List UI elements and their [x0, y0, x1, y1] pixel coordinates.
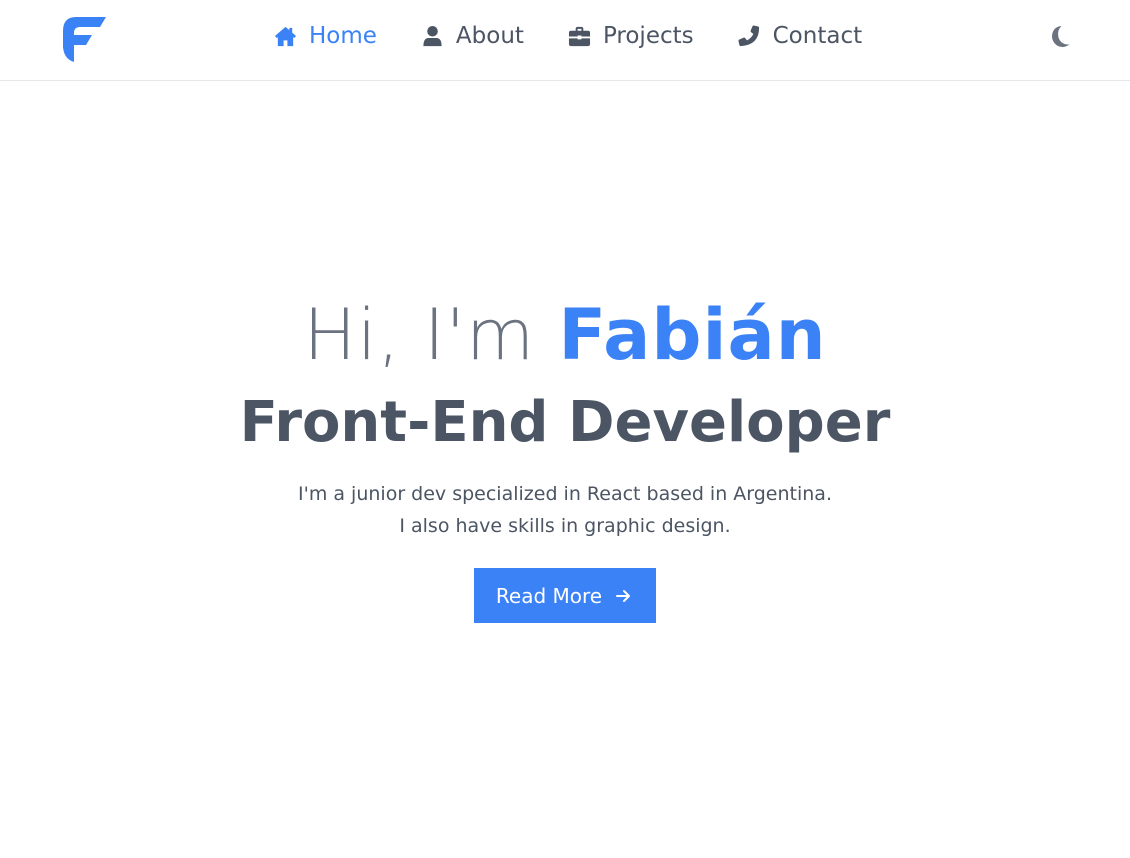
f-logo-icon[interactable] — [62, 15, 106, 64]
greeting-prefix: Hi, I'm — [303, 294, 536, 376]
nav-item-label: Contact — [772, 23, 863, 49]
nav-item-projects[interactable]: Projects — [568, 23, 694, 49]
hero-greeting: Hi, I'm Fabián — [0, 290, 1130, 380]
user-icon — [421, 25, 444, 48]
nav-item-about[interactable]: About — [421, 23, 524, 49]
hero-section: Hi, I'm Fabián Front-End Developer I'm a… — [0, 290, 1130, 623]
hero-description: I'm a junior dev specialized in React ba… — [0, 478, 1130, 542]
main-nav: Home About Projects Contact — [274, 19, 862, 53]
moon-icon — [1048, 25, 1072, 49]
phone-icon — [738, 24, 761, 48]
cta-wrapper: Read More — [0, 568, 1130, 623]
arrow-right-icon — [614, 587, 632, 605]
navbar: Home About Projects Contact — [0, 0, 1130, 81]
nav-item-home[interactable]: Home — [274, 23, 377, 49]
nav-item-label: Projects — [602, 23, 694, 49]
description-line: I also have skills in graphic design. — [399, 515, 731, 537]
home-icon — [274, 25, 297, 48]
theme-toggle-button[interactable] — [1045, 23, 1075, 51]
read-more-button[interactable]: Read More — [473, 568, 657, 623]
greeting-name: Fabián — [558, 294, 827, 376]
hero-role: Front-End Developer — [239, 390, 891, 455]
nav-item-label: About — [455, 23, 524, 49]
briefcase-icon — [568, 25, 591, 48]
read-more-label: Read More — [495, 583, 603, 608]
nav-item-label: Home — [309, 23, 377, 49]
nav-item-contact[interactable]: Contact — [738, 23, 862, 49]
description-line: I'm a junior dev specialized in React ba… — [298, 483, 832, 505]
